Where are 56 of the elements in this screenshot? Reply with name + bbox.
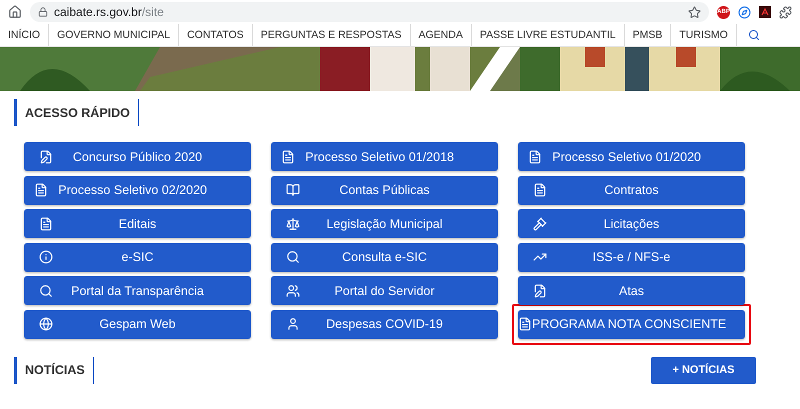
- quick-access-button[interactable]: Processo Seletivo 02/2020: [24, 176, 251, 205]
- section-title: ACESSO RÁPIDO: [14, 99, 139, 126]
- quick-access-button[interactable]: Contas Públicas: [271, 176, 498, 205]
- nav-item[interactable]: PASSE LIVRE ESTUDANTIL: [472, 24, 625, 46]
- quick-access-button[interactable]: Portal do Servidor: [271, 276, 498, 306]
- edit-icon: [533, 284, 547, 298]
- address-bar[interactable]: caibate.rs.gov.br/site: [30, 2, 709, 22]
- compass-extension-icon[interactable]: [738, 6, 751, 18]
- book-icon: [286, 183, 300, 198]
- quick-access-button[interactable]: e-SIC: [24, 242, 251, 272]
- search-icon: [286, 250, 300, 264]
- pdf-extension-icon[interactable]: [759, 6, 771, 18]
- nav-item[interactable]: AGENDA: [410, 24, 472, 46]
- quick-access-button[interactable]: Portal da Transparência: [24, 276, 251, 306]
- quick-access-button[interactable]: Despesas COVID-19: [271, 310, 498, 339]
- nav-item[interactable]: PERGUNTAS E RESPOSTAS: [252, 24, 410, 46]
- scale-icon: [286, 216, 300, 231]
- quick-access-button[interactable]: Editais: [24, 209, 251, 238]
- search-icon[interactable]: [748, 29, 760, 41]
- nav-item[interactable]: GOVERNO MUNICIPAL: [49, 24, 180, 46]
- nav-item[interactable]: TURISMO: [671, 24, 737, 46]
- url-host: caibate.rs.gov.br: [54, 5, 142, 19]
- quick-access-button[interactable]: PROGRAMA NOTA CONSCIENTE: [518, 310, 745, 339]
- nav-item[interactable]: PMSB: [624, 24, 672, 46]
- nav-item[interactable]: INÍCIO: [0, 24, 50, 46]
- bookmark-star-icon[interactable]: [688, 6, 701, 18]
- document-icon: [34, 183, 48, 198]
- quick-access-button[interactable]: Consulta e-SIC: [271, 242, 498, 272]
- gavel-icon: [533, 216, 547, 231]
- quick-access-button[interactable]: Contratos: [518, 176, 745, 205]
- edit-icon: [39, 150, 53, 164]
- url-path: /site: [142, 5, 164, 19]
- search-icon: [39, 284, 53, 298]
- lock-icon: [38, 7, 48, 17]
- globe-icon: [39, 317, 53, 332]
- quick-access-button[interactable]: Processo Seletivo 01/2018: [271, 142, 498, 171]
- quick-access-button[interactable]: Gespam Web: [24, 310, 251, 339]
- document-icon: [518, 317, 532, 332]
- more-news-button[interactable]: + NOTÍCIAS: [651, 356, 756, 384]
- info-icon: [39, 250, 53, 264]
- home-icon[interactable]: [8, 5, 22, 19]
- quick-access-button[interactable]: Concurso Público 2020: [24, 142, 251, 171]
- document-icon: [533, 183, 547, 198]
- quick-access-button[interactable]: ISS-e / NFS-e: [518, 242, 745, 272]
- user-icon: [286, 317, 300, 332]
- quick-access-button[interactable]: Legislação Municipal: [271, 209, 498, 238]
- quick-access-button[interactable]: Atas: [518, 276, 745, 306]
- extensions-icon[interactable]: [779, 6, 792, 18]
- nav-item[interactable]: CONTATOS: [179, 24, 253, 46]
- section-title: NOTÍCIAS: [14, 356, 94, 384]
- users-icon: [286, 284, 300, 298]
- document-icon: [281, 150, 296, 164]
- quick-access-button[interactable]: Processo Seletivo 01/2020: [518, 142, 745, 171]
- quick-access-button[interactable]: Licitações: [518, 209, 745, 238]
- document-icon: [39, 216, 53, 231]
- document-icon: [528, 150, 542, 164]
